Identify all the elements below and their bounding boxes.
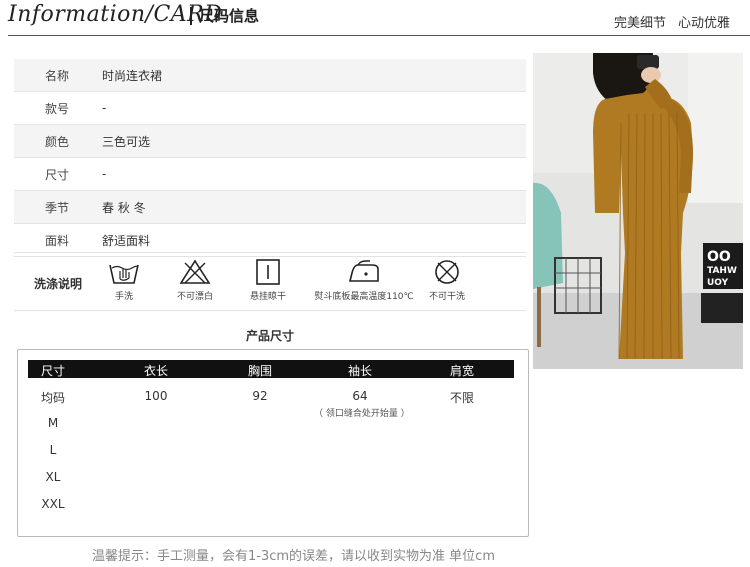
info-row-size: 尺寸 - [14,158,526,191]
size-cell: M [47,416,59,430]
size-section-title: 产品尺寸 [245,329,294,343]
no-bleach-icon [179,259,211,284]
info-value: - [102,101,107,115]
wash-item-no-dry-clean: 不可干洗 [407,259,487,302]
wash-item-iron: 熨斗底板最高温度110℃ [314,259,414,302]
info-row-style-no: 款号 - [14,92,526,125]
slogan-1: 完美细节 [613,16,666,31]
length-cell: 100 [144,389,168,403]
info-key: 尺寸 [44,167,69,182]
chest-cell: 92 [252,389,268,403]
info-value: - [102,167,107,181]
iron-icon [348,260,379,282]
sleeve-note: （ 领口缝合处开始量 ） [314,409,410,419]
header-divider [190,7,192,25]
size-cell: L [49,443,57,457]
product-photo: OO TAHW UOY [533,53,743,369]
header-slogan: 完美细节 心动优雅 [614,12,730,31]
wash-title: 洗涤说明 [34,277,83,291]
wash-label: 不可干洗 [428,292,465,302]
hand-wash-icon [109,264,139,284]
sign-text: UOY [707,278,729,288]
info-key: 名称 [44,68,69,83]
slogan-2: 心动优雅 [677,16,730,31]
info-key: 季节 [44,200,69,215]
size-cell: 均码 [40,391,65,405]
size-table-body: 均码 M L XL XXL 100 92 64 （ 领口缝合处开始量 ） 不限 [28,378,514,528]
info-value: 三色可选 [102,134,151,149]
sleeve-value: 64 [352,389,368,403]
info-table: 名称 时尚连衣裙 款号 - 颜色 三色可选 尺寸 - 季节 春 秋 冬 面料 舒… [14,59,526,257]
model-photo-illustration: OO TAHW UOY [533,53,743,369]
header-cell: 胸围 [247,364,272,378]
no-dry-clean-icon [435,260,459,284]
size-table-header: 尺寸 衣长 胸围 袖长 肩宽 [28,360,514,378]
info-value: 春 秋 冬 [102,200,146,215]
sign-text: TAHW [707,266,737,276]
sleeve-cell: 64 （ 领口缝合处开始量 ） [314,389,410,419]
header-cell: 肩宽 [449,364,474,378]
wash-label: 手洗 [114,292,133,302]
wash-label: 熨斗底板最高温度110℃ [314,292,414,302]
shoulder-cell: 不限 [449,391,474,405]
wash-label: 不可漂白 [176,292,213,302]
footer-note: 温馨提示：手工测量，会有1-3cm的误差，请以收到实物为准 单位cm [92,549,495,564]
info-key: 款号 [44,101,69,116]
header-title-cn: 尺码信息 [199,7,260,25]
wash-instructions: 洗涤说明 手洗 不可漂白 悬挂晾干 熨斗底板最高温度110℃ 不可干洗 [14,252,526,311]
info-value: 时尚连衣裙 [102,68,163,83]
header-cell: 袖长 [347,364,372,378]
info-key: 颜色 [44,134,69,149]
wash-item-hang-dry: 悬挂晾干 [228,259,308,302]
info-row-color: 颜色 三色可选 [14,125,526,158]
info-row-name: 名称 时尚连衣裙 [14,59,526,92]
hang-dry-icon [256,259,280,285]
info-key: 面料 [44,233,69,248]
size-cell: XL [45,470,61,484]
wash-label: 悬挂晾干 [249,292,286,302]
header-cell: 衣长 [143,364,168,378]
header-cell: 尺寸 [40,364,65,378]
wash-item-no-bleach: 不可漂白 [155,259,235,302]
wash-item-hand-wash: 手洗 [84,259,164,302]
sign-text: OO [707,249,731,265]
info-value: 舒适面料 [102,233,151,248]
header-rule [8,35,750,36]
info-row-season: 季节 春 秋 冬 [14,191,526,224]
size-cell: XXL [41,497,65,511]
